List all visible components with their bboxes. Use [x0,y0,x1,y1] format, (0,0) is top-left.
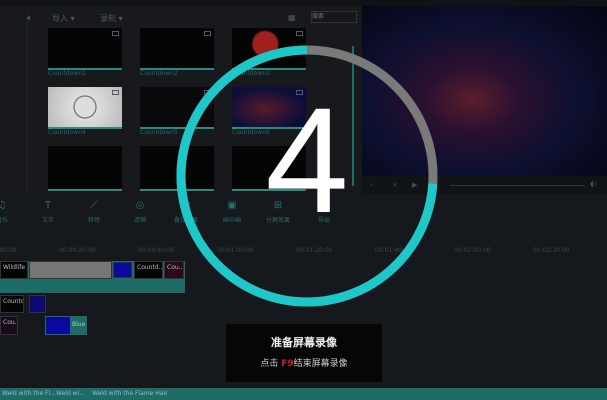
hint-prefix: 点击 [260,359,282,369]
countdown-number: 4 [265,76,349,244]
hint-suffix: 结束屏幕录像 [293,359,348,369]
hotkey-label: F9 [281,359,294,369]
recording-notice: 准备屏幕录像 点击 F9结束屏幕录像 [226,324,382,382]
notice-hint: 点击 F9结束屏幕录像 [226,356,382,369]
notice-title: 准备屏幕录像 [271,336,337,349]
